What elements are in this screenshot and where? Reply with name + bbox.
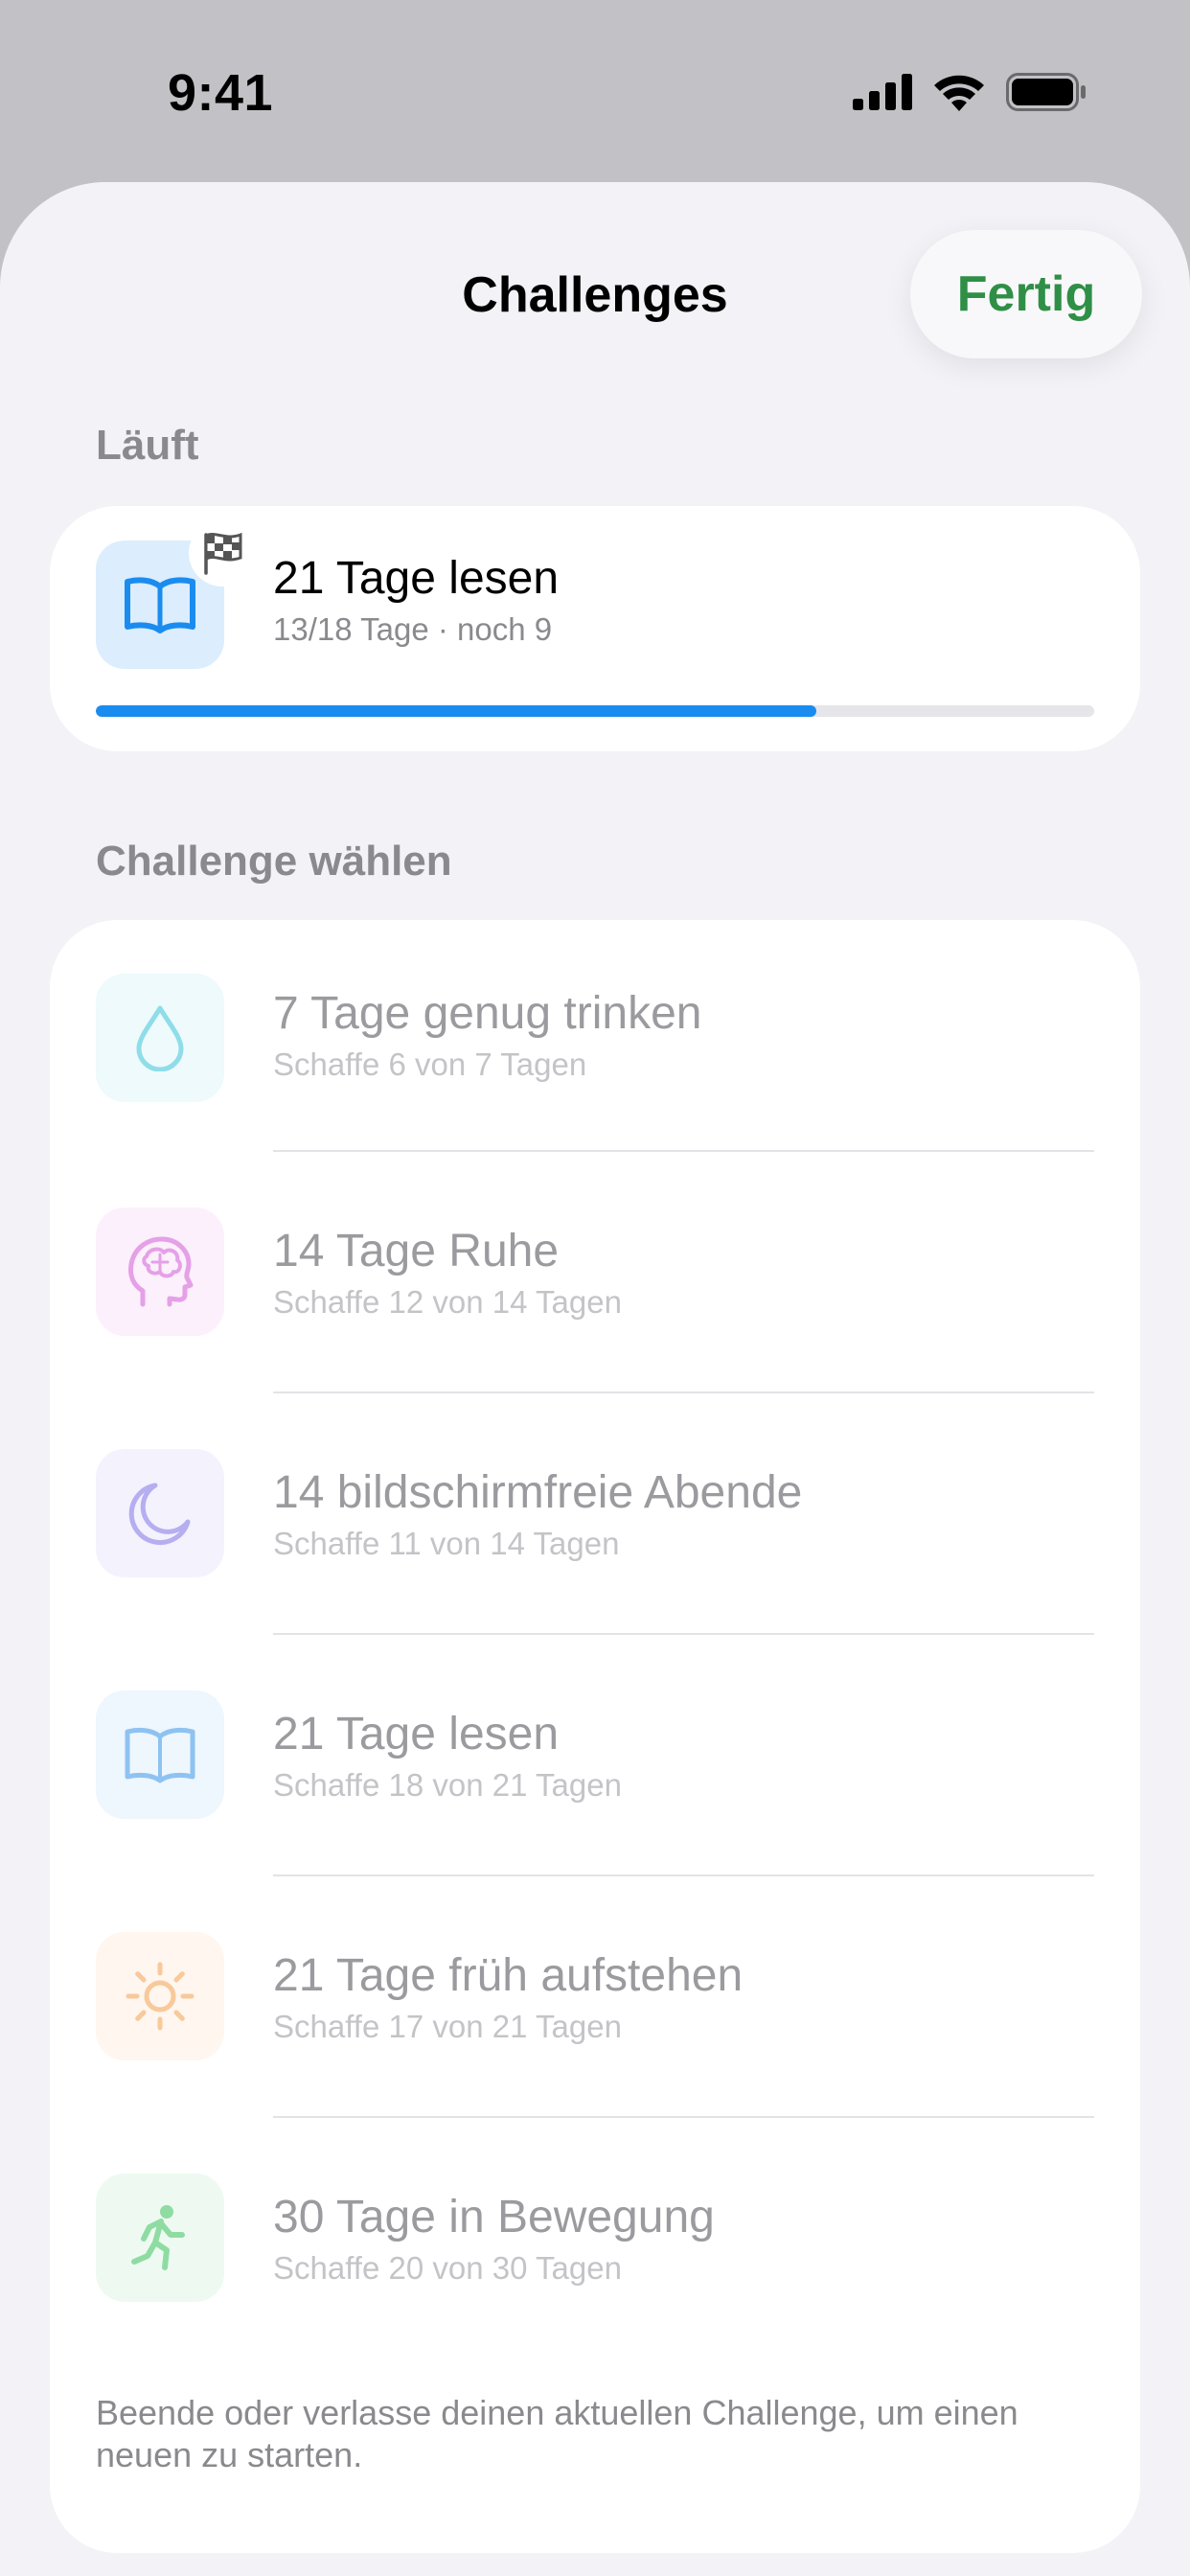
running-challenge-title: 21 Tage lesen [273,553,560,604]
challenge-item-water[interactable]: 7 Tage genug trinken Schaffe 6 von 7 Tag… [50,920,1140,1162]
divider [273,1633,1094,1635]
done-button[interactable]: Fertig [910,230,1142,358]
challenge-icon-tile [96,1449,224,1577]
challenge-item-early-rise[interactable]: 21 Tage früh aufstehen Schaffe 17 von 21… [50,1886,1140,2128]
book-icon [125,577,195,633]
divider [273,1874,1094,1876]
flag-badge [189,519,256,586]
challenge-title: 7 Tage genug trinken [273,988,702,1039]
divider [273,1150,1094,1152]
footer-note: Beende oder verlasse deinen aktuellen Ch… [96,2393,1018,2474]
wifi-icon [934,75,984,111]
challenge-list-card: 7 Tage genug trinken Schaffe 6 von 7 Tag… [50,920,1140,2553]
challenges-sheet: Challenges Fertig Läuft 21 Tage lesen 13… [0,182,1190,2576]
divider [273,1392,1094,1393]
challenge-icon-tile [96,1208,224,1336]
challenge-item-screen-free[interactable]: 14 bildschirmfreie Abende Schaffe 11 von… [50,1403,1140,1644]
challenge-icon-tile [96,1690,224,1819]
challenge-subtitle: Schaffe 12 von 14 Tagen [273,1284,622,1320]
status-time: 9:41 [168,64,274,122]
challenge-title: 14 Tage Ruhe [273,1226,560,1276]
book-icon [125,1727,195,1783]
running-challenge-subtitle: 13/18 Tage · noch 9 [273,611,553,647]
challenge-title: 14 bildschirmfreie Abende [273,1467,803,1518]
challenge-icon-tile [96,2174,224,2302]
moon-icon [128,1483,191,1545]
challenge-icon-tile [96,974,224,1102]
challenge-icon-tile [96,1932,224,2060]
running-person-icon [131,2205,185,2270]
challenge-item-movement[interactable]: 30 Tage in Bewegung Schaffe 20 von 30 Ta… [50,2128,1140,2369]
running-challenge-card[interactable]: 21 Tage lesen 13/18 Tage · noch 9 [50,506,1140,751]
section-header-choose: Challenge wählen [96,838,452,885]
checkered-flag-icon [204,532,242,575]
water-drop-icon [136,1005,184,1071]
challenge-subtitle: Schaffe 17 von 21 Tagen [273,2009,622,2044]
brain-head-icon [128,1236,194,1307]
challenge-title: 21 Tage lesen [273,1709,560,1760]
challenge-subtitle: Schaffe 6 von 7 Tagen [273,1046,587,1082]
challenge-subtitle: Schaffe 20 von 30 Tagen [273,2250,622,2286]
divider [273,2116,1094,2118]
challenge-item-reading[interactable]: 21 Tage lesen Schaffe 18 von 21 Tagen [50,1644,1140,1886]
sun-icon [126,1962,195,2031]
status-icons [853,73,1087,111]
running-challenge-progress [96,705,1094,717]
battery-icon [1006,73,1086,111]
challenge-title: 21 Tage früh aufstehen [273,1950,744,2001]
challenge-subtitle: Schaffe 18 von 21 Tagen [273,1767,622,1803]
challenge-subtitle: Schaffe 11 von 14 Tagen [273,1526,620,1561]
progress-fill [96,705,817,717]
challenge-item-rest[interactable]: 14 Tage Ruhe Schaffe 12 von 14 Tagen [50,1162,1140,1403]
challenge-title: 30 Tage in Bewegung [273,2192,715,2242]
section-header-running: Läuft [96,422,199,469]
status-bar: 9:41 [0,0,1190,182]
cellular-signal-icon [853,74,912,110]
